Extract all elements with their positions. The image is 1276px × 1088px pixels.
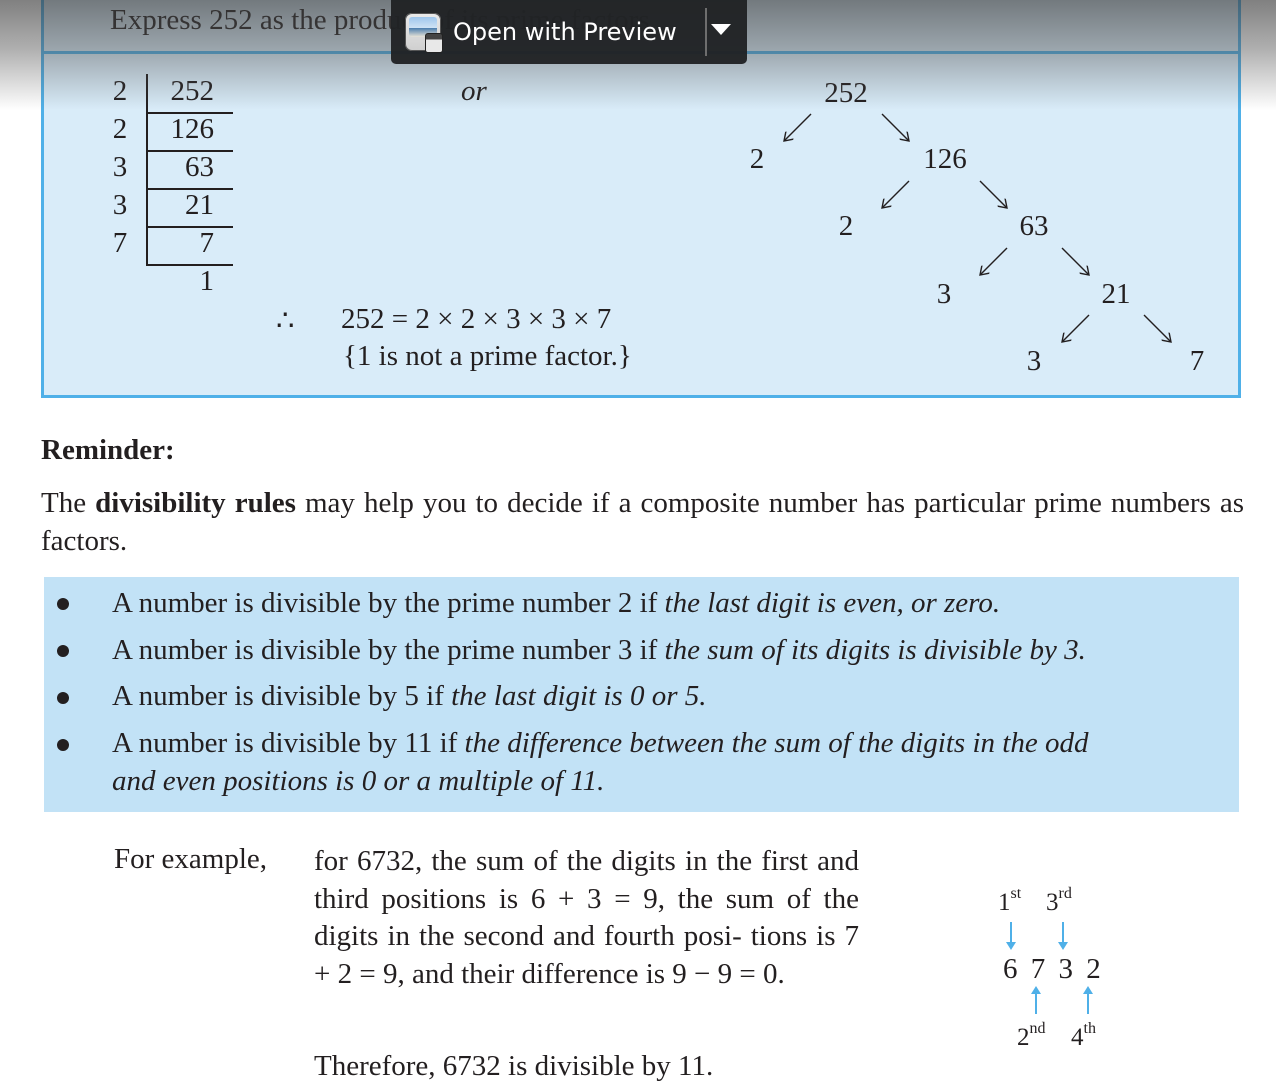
arrow-up-icon [1083, 986, 1093, 1014]
ladder-value: 252 [170, 75, 215, 107]
bullet-icon [57, 739, 69, 751]
example-conclusion: Therefore, 6732 is divisible by 11. [314, 1050, 714, 1082]
rule-item-continuation: and even positions is 0 or a multiple of… [112, 762, 604, 800]
ladder-divisor: 2 [112, 113, 128, 145]
button-separator [705, 8, 707, 56]
ladder-remainder: 1 [199, 265, 215, 297]
tree-node: 252 [824, 77, 868, 109]
ladder-divisor: 7 [112, 227, 128, 259]
position-label-fourth: 4th [1071, 1020, 1096, 1051]
reminder-heading: Reminder: [41, 434, 175, 466]
rule-item: A number is divisible by the prime numbe… [112, 584, 1000, 622]
ladder-value: 21 [185, 189, 214, 221]
intro-bold-term: divisibility rules [95, 487, 296, 519]
ladder-divisor: 3 [112, 151, 128, 183]
rule-item: A number is divisible by 5 if the last d… [112, 677, 707, 715]
position-label-first: 1st [998, 885, 1022, 916]
factorization-note: {1 is not a prime factor.} [343, 340, 632, 372]
rule-condition: the difference between the sum of the di… [464, 727, 1089, 759]
ladder-vertical-rule [146, 74, 148, 266]
chevron-down-icon[interactable] [711, 24, 731, 35]
tree-node: 3 [936, 278, 952, 310]
tree-node: 63 [1019, 210, 1049, 242]
rule-condition: the sum of its digits is divisible by 3. [664, 634, 1086, 666]
example-body: for 6732, the sum of the digits in the f… [314, 845, 859, 990]
position-label-second: 2nd [1017, 1020, 1046, 1051]
bullet-icon [57, 692, 69, 704]
therefore-symbol: ∴ [276, 305, 295, 337]
rule-text: A number is divisible by 11 if [112, 727, 465, 759]
open-with-preview-label: Open with Preview [453, 18, 677, 46]
tree-node: 2 [749, 143, 765, 175]
tree-node: 21 [1101, 278, 1131, 310]
arrow-up-icon [1031, 986, 1041, 1014]
ladder-value: 63 [185, 151, 214, 183]
tree-node: 2 [838, 210, 854, 242]
factorization-result: 252 = 2 × 2 × 3 × 3 × 7 [341, 303, 612, 335]
arrow-down-icon [1058, 922, 1068, 950]
example-digits: 6 7 3 2 [1003, 953, 1104, 985]
rule-text: A number is divisible by the prime numbe… [112, 634, 665, 666]
rule-text: A number is divisible by the prime numbe… [112, 587, 665, 619]
ladder-divisor: 2 [112, 75, 128, 107]
rule-text: A number is divisible by 5 if [112, 680, 452, 712]
reminder-intro: The divisibility rules may help you to d… [41, 484, 1244, 560]
bullet-icon [57, 598, 69, 610]
rule-condition: the last digit is 0 or 5. [451, 680, 707, 712]
ladder-divisor: 3 [112, 189, 128, 221]
arrow-down-icon [1006, 922, 1016, 950]
tree-node: 126 [923, 143, 967, 175]
rule-item: A number is divisible by the prime numbe… [112, 631, 1086, 669]
tree-node: 7 [1189, 345, 1205, 377]
tree-node: 3 [1026, 345, 1042, 377]
rule-condition: the last digit is even, or zero. [664, 587, 1001, 619]
open-with-preview-button[interactable]: Open with Preview [391, 0, 747, 64]
position-label-third: 3rd [1046, 885, 1072, 916]
rule-condition: and even positions is 0 or a multiple of… [112, 765, 605, 797]
ladder-value: 7 [199, 227, 215, 259]
or-label: or [461, 75, 487, 107]
bullet-icon [57, 645, 69, 657]
rule-item: A number is divisible by 11 if the diffe… [112, 724, 1088, 762]
intro-text: The [41, 487, 96, 519]
ladder-value: 126 [170, 113, 215, 145]
preview-app-icon [405, 13, 443, 53]
example-lead: For example, [114, 843, 268, 875]
